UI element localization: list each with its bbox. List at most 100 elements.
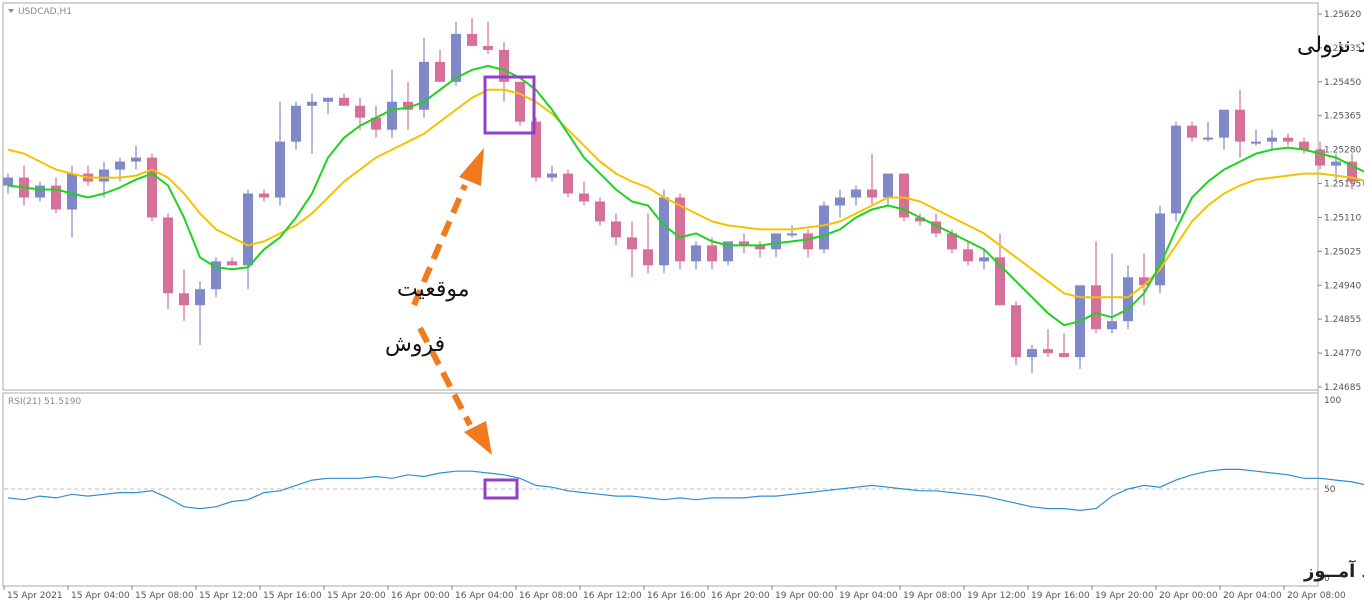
candle-body bbox=[467, 33, 477, 46]
trend-title: روند نزولی bbox=[1297, 33, 1364, 58]
price-tick-label: 1.25280 bbox=[1324, 146, 1361, 156]
candle-body bbox=[35, 185, 45, 198]
time-tick-label: 15 Apr 08:00 bbox=[135, 591, 194, 601]
time-tick-label: 16 Apr 16:00 bbox=[647, 591, 706, 601]
price-tick-label: 1.24685 bbox=[1324, 383, 1361, 393]
time-tick-label: 15 Apr 20:00 bbox=[327, 591, 386, 601]
time-tick-label: 19 Apr 04:00 bbox=[839, 591, 898, 601]
candle-body bbox=[1123, 277, 1133, 322]
candle-body bbox=[819, 205, 829, 250]
candle-body bbox=[835, 197, 845, 206]
time-tick-label: 15 Apr 2021 bbox=[7, 591, 63, 601]
candle-body bbox=[355, 105, 365, 118]
candle-body bbox=[1059, 353, 1069, 358]
price-chart: 1.256201.255351.254501.253651.252801.251… bbox=[0, 0, 1364, 605]
candle-body bbox=[1155, 213, 1165, 286]
price-tick-label: 1.25025 bbox=[1324, 247, 1361, 257]
candle-body bbox=[227, 261, 237, 266]
candle-body bbox=[483, 45, 493, 50]
time-tick-label: 19 Apr 08:00 bbox=[903, 591, 962, 601]
candle-body bbox=[323, 97, 333, 102]
candle-body bbox=[3, 177, 13, 186]
candle-body bbox=[579, 193, 589, 202]
candle-body bbox=[339, 97, 349, 106]
candle-body bbox=[707, 245, 717, 262]
time-tick-label: 20 Apr 08:00 bbox=[1287, 591, 1346, 601]
candle-body bbox=[243, 193, 253, 266]
rsi-tick-label: 50 bbox=[1324, 485, 1336, 495]
time-tick-label: 20 Apr 00:00 bbox=[1159, 591, 1218, 601]
candle-body bbox=[1251, 141, 1261, 144]
candle-body bbox=[1283, 137, 1293, 142]
time-tick-label: 16 Apr 20:00 bbox=[711, 591, 770, 601]
candle-body bbox=[787, 233, 797, 236]
candle-body bbox=[259, 193, 269, 198]
candle-body bbox=[1331, 161, 1341, 166]
time-tick-label: 16 Apr 00:00 bbox=[391, 591, 450, 601]
sell-label-line2: فروش bbox=[385, 332, 445, 357]
candle-body bbox=[611, 221, 621, 238]
candle-body bbox=[115, 161, 125, 170]
candle-body bbox=[291, 105, 301, 142]
time-tick-label: 15 Apr 12:00 bbox=[199, 591, 258, 601]
candle-body bbox=[67, 173, 77, 210]
price-tick-label: 1.25110 bbox=[1324, 213, 1361, 223]
candle-body bbox=[1107, 321, 1117, 330]
candle-body bbox=[883, 173, 893, 198]
candle-body bbox=[659, 197, 669, 266]
candle-body bbox=[851, 189, 861, 198]
time-tick-label: 15 Apr 16:00 bbox=[263, 591, 322, 601]
candle-body bbox=[131, 157, 141, 162]
candle-body bbox=[387, 101, 397, 130]
candle-body bbox=[451, 33, 461, 82]
candle-body bbox=[1171, 125, 1181, 214]
candle-body bbox=[691, 245, 701, 262]
candle-body bbox=[99, 169, 109, 182]
candle-body bbox=[803, 233, 813, 250]
candle-body bbox=[1027, 349, 1037, 358]
price-tick-label: 1.25620 bbox=[1324, 10, 1361, 20]
symbol-label: USDCAD,H1 bbox=[18, 7, 72, 17]
candle-body bbox=[515, 81, 525, 122]
price-tick-label: 1.25450 bbox=[1324, 78, 1361, 88]
candle-body bbox=[307, 101, 317, 106]
candle-body bbox=[1219, 109, 1229, 138]
price-tick-label: 1.24855 bbox=[1324, 315, 1361, 325]
candle-body bbox=[1043, 349, 1053, 354]
candle-body bbox=[771, 233, 781, 250]
candle-body bbox=[595, 201, 605, 222]
rsi-tick-label: 100 bbox=[1324, 396, 1341, 406]
candle-body bbox=[1187, 125, 1197, 138]
candle-body bbox=[627, 237, 637, 250]
candle-body bbox=[1011, 305, 1021, 358]
candle-body bbox=[979, 257, 989, 262]
candle-body bbox=[867, 189, 877, 198]
price-tick-label: 1.24770 bbox=[1324, 349, 1361, 359]
time-tick-label: 20 Apr 04:00 bbox=[1223, 591, 1282, 601]
candle-body bbox=[563, 173, 573, 194]
candle-body bbox=[275, 141, 285, 198]
candle-body bbox=[643, 249, 653, 266]
footer-watermark: انتشار در وبسایت ســود آمــوز bbox=[1303, 559, 1364, 582]
time-tick-label: 16 Apr 08:00 bbox=[519, 591, 578, 601]
sell-label-line1: موقعیت bbox=[397, 277, 470, 302]
candle-body bbox=[1091, 285, 1101, 330]
time-tick-label: 19 Apr 20:00 bbox=[1095, 591, 1154, 601]
candle-body bbox=[179, 293, 189, 306]
price-tick-label: 1.25365 bbox=[1324, 112, 1361, 122]
price-tick-label: 1.24940 bbox=[1324, 281, 1361, 291]
candle-body bbox=[1235, 109, 1245, 142]
candle-body bbox=[547, 173, 557, 178]
time-tick-label: 16 Apr 04:00 bbox=[455, 591, 514, 601]
rsi-label: RSI(21) 51.5190 bbox=[8, 397, 81, 407]
candle-body bbox=[435, 61, 445, 82]
time-tick-label: 16 Apr 12:00 bbox=[583, 591, 642, 601]
candle-body bbox=[147, 157, 157, 218]
time-tick-label: 15 Apr 04:00 bbox=[71, 591, 130, 601]
candle-body bbox=[963, 249, 973, 262]
time-tick-label: 19 Apr 00:00 bbox=[775, 591, 834, 601]
candle-body bbox=[195, 289, 205, 306]
candle-body bbox=[163, 217, 173, 294]
time-tick-label: 19 Apr 16:00 bbox=[1031, 591, 1090, 601]
candle-body bbox=[1267, 137, 1277, 142]
